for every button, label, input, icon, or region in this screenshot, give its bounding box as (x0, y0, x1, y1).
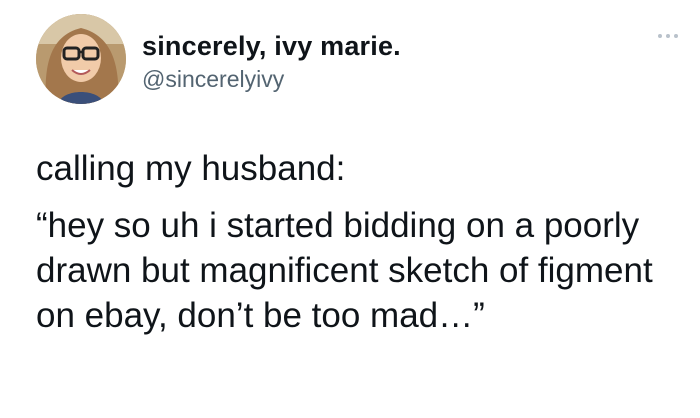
avatar-image (36, 14, 126, 104)
tweet-line-1: calling my husband: (36, 149, 346, 188)
user-handle[interactable]: @sincerelyivy (142, 64, 401, 94)
dot (666, 34, 670, 38)
dot (674, 34, 678, 38)
tweet-text: calling my husband: “hey so uh i started… (36, 146, 676, 338)
tweet-quote: “hey so uh i started bidding on a poorly… (36, 206, 653, 335)
avatar[interactable] (36, 14, 126, 104)
more-options-icon[interactable] (658, 34, 678, 38)
dot (658, 34, 662, 38)
display-name[interactable]: sincerely, ivy marie. (142, 30, 401, 62)
tweet-card: sincerely, ivy marie. @sincerelyivy call… (0, 0, 700, 418)
author-names: sincerely, ivy marie. @sincerelyivy (142, 30, 401, 94)
